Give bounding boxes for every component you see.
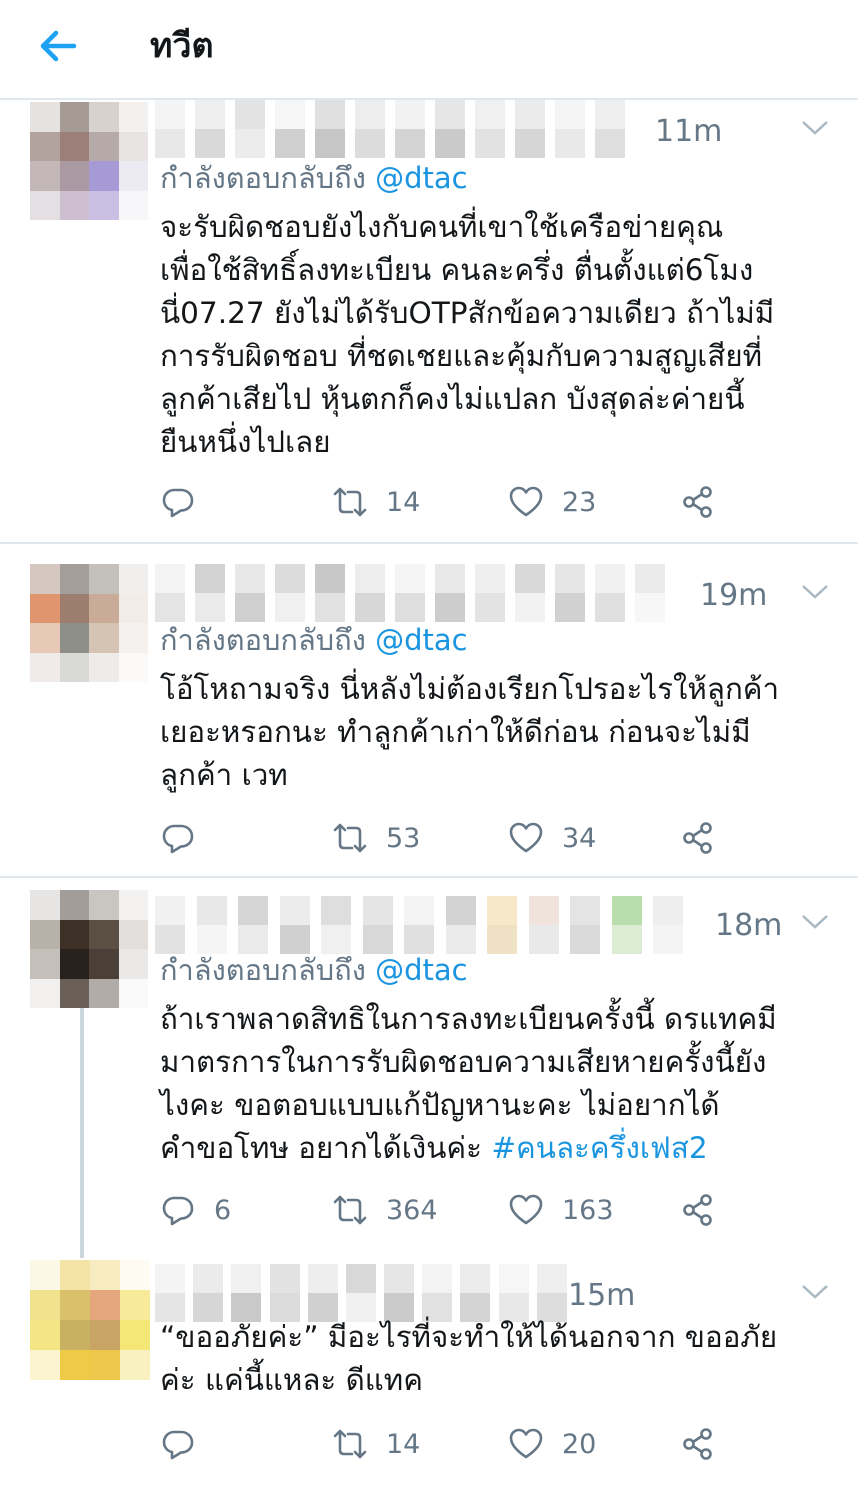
replying-to-label: กำลังตอบกลับถึง xyxy=(160,623,366,657)
blurred-user-name xyxy=(155,1264,575,1322)
replying-to: กำลังตอบกลับถึง @dtac xyxy=(160,950,468,990)
tweet-time: 18m xyxy=(715,908,783,943)
retweet-button[interactable]: 14 xyxy=(332,482,420,522)
tweet-text: จะรับผิดชอบยังไงกับคนที่เขาใช้เครือข่ายค… xyxy=(160,210,775,459)
share-button[interactable] xyxy=(680,1190,716,1230)
share-icon xyxy=(683,1194,712,1226)
tweet-actions: 53 34 xyxy=(160,818,760,858)
reply-icon xyxy=(162,488,194,518)
tweet-text: โอ้โหถามจริง นี่หลังไม่ต้องเรียกโปรอะไรใ… xyxy=(160,672,780,792)
tweet-1[interactable]: 11m กำลังตอบกลับถึง @dtac จะรับผิดชอบยัง… xyxy=(0,98,858,542)
reply-button[interactable] xyxy=(160,1424,214,1464)
chevron-down-icon xyxy=(802,121,828,135)
tweet-2[interactable]: 19m กำลังตอบกลับถึง @dtac โอ้โหถามจริง น… xyxy=(0,542,858,876)
retweet-icon xyxy=(333,1429,367,1459)
more-options-button[interactable] xyxy=(800,582,830,602)
retweet-icon xyxy=(333,1195,367,1225)
replying-to-label: กำลังตอบกลับถึง xyxy=(160,161,366,195)
reply-button[interactable] xyxy=(160,818,214,858)
replying-to: กำลังตอบกลับถึง @dtac xyxy=(160,158,468,198)
heart-icon xyxy=(509,1428,543,1459)
retweet-count: 364 xyxy=(386,1194,438,1226)
retweet-count: 14 xyxy=(386,1428,421,1460)
like-count: 163 xyxy=(562,1194,614,1226)
chevron-down-icon xyxy=(802,915,828,929)
heart-icon xyxy=(509,486,543,517)
tweet-text: ถ้าเราพลาดสิทธิในการลงทะเบียนครั้งนี้ ดร… xyxy=(160,998,832,1170)
like-count: 34 xyxy=(562,822,597,854)
blurred-user-name xyxy=(155,564,675,622)
more-options-button[interactable] xyxy=(800,912,830,932)
replying-to: กำลังตอบกลับถึง @dtac xyxy=(160,620,468,660)
share-button[interactable] xyxy=(680,818,716,858)
share-icon xyxy=(683,1428,712,1460)
retweet-count: 14 xyxy=(386,486,421,518)
heart-icon xyxy=(509,822,543,853)
like-count: 20 xyxy=(562,1428,597,1460)
heart-icon xyxy=(509,1194,543,1225)
share-button[interactable] xyxy=(680,1424,716,1464)
thread-connector xyxy=(80,1246,84,1258)
retweet-button[interactable]: 14 xyxy=(332,1424,420,1464)
avatar[interactable] xyxy=(30,102,148,220)
thread-connector xyxy=(80,1008,84,1248)
more-options-button[interactable] xyxy=(800,1282,830,1302)
arrow-left-icon xyxy=(40,30,77,62)
retweet-icon xyxy=(333,823,367,853)
tweet-actions: 14 20 xyxy=(160,1424,760,1464)
share-button[interactable] xyxy=(680,482,716,522)
reply-button[interactable]: 6 xyxy=(160,1190,231,1230)
avatar[interactable] xyxy=(30,1260,150,1380)
tweet-3[interactable]: 18m กำลังตอบกลับถึง @dtac ถ้าเราพลาดสิทธ… xyxy=(0,876,858,1248)
tweet-time: 19m xyxy=(700,578,768,613)
more-options-button[interactable] xyxy=(800,118,830,138)
mention-link[interactable]: @dtac xyxy=(375,623,468,657)
share-icon xyxy=(683,486,712,518)
blurred-user-name xyxy=(155,100,635,158)
retweet-button[interactable]: 53 xyxy=(332,818,420,858)
top-bar: ทวีต xyxy=(0,0,858,96)
tweet-4[interactable]: 15m “ขออภัยค่ะ” มีอะไรที่จะทำให้ได้นอกจา… xyxy=(0,1246,858,1501)
share-icon xyxy=(683,822,712,854)
hashtag-link[interactable]: #คนละครึ่งเฟส2 xyxy=(491,1131,707,1165)
reply-icon xyxy=(162,1196,194,1226)
avatar[interactable] xyxy=(30,890,148,1008)
like-button[interactable]: 163 xyxy=(508,1190,614,1230)
retweet-count: 53 xyxy=(386,822,421,854)
tweet-time: 11m xyxy=(655,114,723,149)
like-button[interactable]: 20 xyxy=(508,1424,596,1464)
avatar[interactable] xyxy=(30,564,148,682)
tweet-actions: 14 23 xyxy=(160,482,760,522)
reply-icon xyxy=(162,824,194,854)
tweet-actions: 6 364 163 xyxy=(160,1190,760,1230)
reply-count: 6 xyxy=(214,1194,232,1226)
chevron-down-icon xyxy=(802,585,828,599)
blurred-user-name xyxy=(155,896,695,954)
reply-icon xyxy=(162,1430,194,1460)
mention-link[interactable]: @dtac xyxy=(375,953,468,987)
chevron-down-icon xyxy=(802,1285,828,1299)
reply-button[interactable] xyxy=(160,482,214,522)
like-button[interactable]: 23 xyxy=(508,482,596,522)
tweet-text: “ขออภัยค่ะ” มีอะไรที่จะทำให้ได้นอกจาก ขอ… xyxy=(160,1320,778,1397)
back-button[interactable] xyxy=(34,22,82,70)
mention-link[interactable]: @dtac xyxy=(375,161,468,195)
like-button[interactable]: 34 xyxy=(508,818,596,858)
replying-to-label: กำลังตอบกลับถึง xyxy=(160,953,366,987)
retweet-button[interactable]: 364 xyxy=(332,1190,438,1230)
page-title: ทวีต xyxy=(150,26,214,66)
like-count: 23 xyxy=(562,486,597,518)
tweet-time: 15m xyxy=(568,1278,636,1313)
retweet-icon xyxy=(333,487,367,517)
